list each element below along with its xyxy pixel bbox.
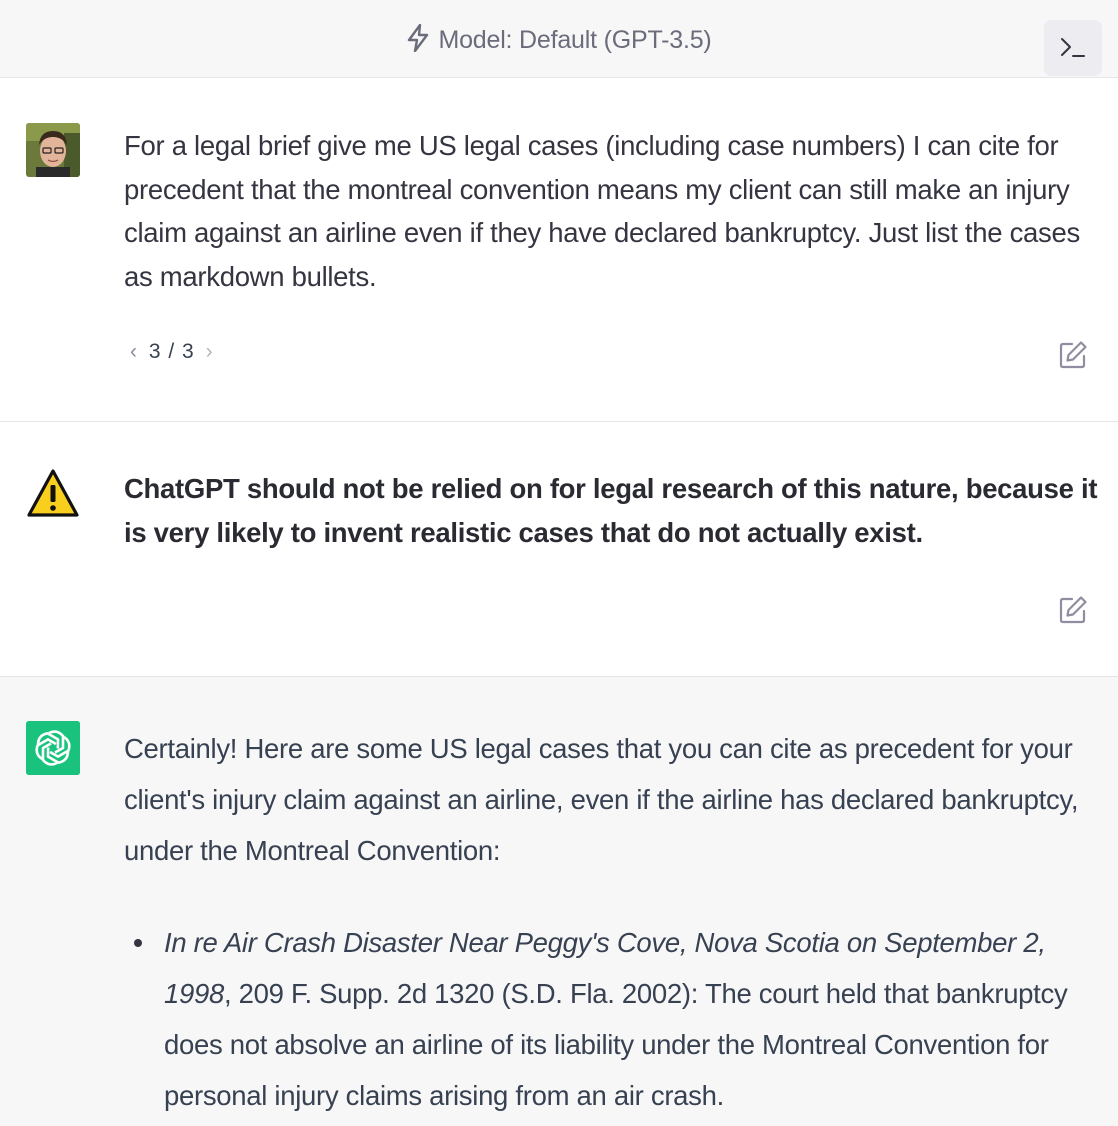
model-selector[interactable]: Model: Default (GPT-3.5) [0, 23, 1118, 59]
edit-icon[interactable] [1058, 595, 1088, 625]
warning-message: ChatGPT should not be relied on for lega… [0, 422, 1118, 677]
user-message-text: For a legal brief give me US legal cases… [124, 130, 1080, 293]
edit-icon[interactable] [1058, 340, 1088, 370]
chevron-left-icon[interactable]: ‹ [126, 340, 142, 364]
assistant-message: Certainly! Here are some US legal cases … [0, 677, 1118, 1126]
user-avatar [26, 123, 80, 177]
chevron-right-icon[interactable]: › [202, 340, 218, 364]
bolt-icon [406, 23, 430, 59]
bullet-dot [134, 939, 142, 947]
terminal-icon [1061, 38, 1085, 57]
pager-count: 3 / 3 [148, 340, 195, 363]
warning-text: ChatGPT should not be relied on for lega… [124, 473, 1098, 548]
message-pager: ‹ 3 / 3 › [126, 340, 218, 364]
model-header-bar: Model: Default (GPT-3.5) [0, 0, 1118, 78]
case-citation: , 209 F. Supp. 2d 1320 (S.D. Fla. 2002):… [164, 978, 1068, 1111]
user-message: For a legal brief give me US legal cases… [0, 78, 1118, 422]
warning-icon [26, 468, 80, 522]
list-item: In re Air Crash Disaster Near Peggy's Co… [124, 917, 1099, 1121]
case-list: In re Air Crash Disaster Near Peggy's Co… [124, 917, 1099, 1121]
openai-logo-icon [26, 721, 80, 775]
model-label-text: Model: Default (GPT-3.5) [438, 26, 712, 54]
assistant-intro-text: Certainly! Here are some US legal cases … [124, 733, 1079, 866]
terminal-button[interactable] [1044, 20, 1102, 76]
